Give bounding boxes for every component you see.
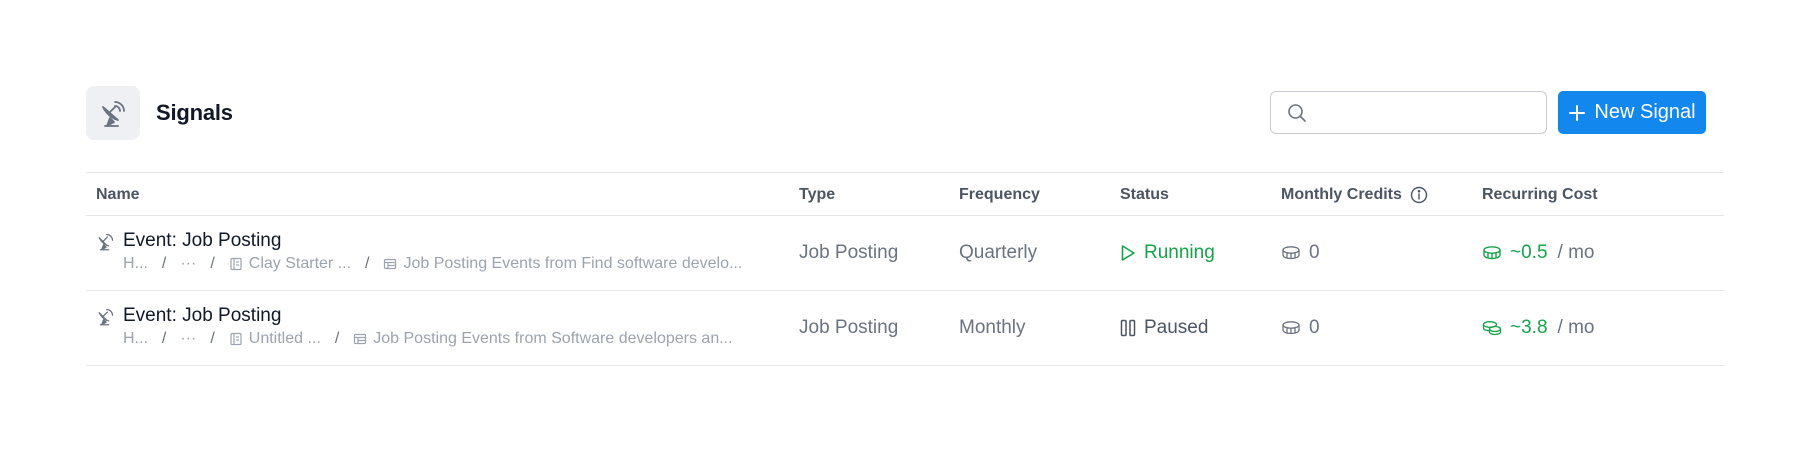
pause-icon [1120, 319, 1136, 337]
signal-name-cell[interactable]: Event: Job Posting H... / ··· / Clay Sta… [96, 230, 796, 273]
play-icon [1120, 244, 1136, 262]
signals-page: Signals New Signal Name Type Frequency S… [0, 0, 1800, 450]
breadcrumb-item[interactable]: Job Posting Events from Software develop… [373, 330, 732, 348]
signal-type: Job Posting [799, 317, 899, 338]
signal-type: Job Posting [799, 242, 899, 263]
column-header-credits[interactable]: Monthly Credits [1281, 173, 1428, 216]
table-row[interactable]: Event: Job Posting H... / ··· / Untitled… [86, 291, 1724, 366]
breadcrumb-ellipsis[interactable]: ··· [180, 255, 196, 273]
signal-name-cell[interactable]: Event: Job Posting H... / ··· / Untitled… [96, 305, 796, 348]
cost-unit: / mo [1557, 242, 1595, 263]
signal-name[interactable]: Event: Job Posting [123, 305, 281, 327]
status-label: Paused [1144, 317, 1209, 338]
status-badge[interactable]: Paused [1120, 291, 1208, 365]
workbook-icon [229, 332, 243, 346]
workbook-icon [229, 257, 243, 271]
monthly-credits: 0 [1281, 216, 1320, 290]
column-header-status[interactable]: Status [1120, 173, 1169, 216]
title-group: Signals [86, 86, 233, 140]
status-badge[interactable]: Running [1120, 216, 1215, 290]
coins-icon [1482, 245, 1502, 261]
plus-icon [1568, 104, 1586, 122]
cost-value: ~0.5 [1510, 242, 1548, 263]
signal-name[interactable]: Event: Job Posting [123, 230, 281, 252]
column-header-cost[interactable]: Recurring Cost [1482, 173, 1598, 216]
breadcrumb-item[interactable]: Clay Starter ... [249, 255, 351, 273]
credits-value: 0 [1309, 317, 1320, 338]
table-header: Name Type Frequency Status Monthly Credi… [86, 172, 1724, 216]
search-field[interactable] [1270, 91, 1547, 134]
signal-frequency: Quarterly [959, 242, 1038, 263]
satellite-dish-icon [86, 86, 140, 140]
page-title: Signals [156, 100, 233, 125]
status-label: Running [1144, 242, 1215, 263]
breadcrumb-item[interactable]: Untitled ... [249, 330, 321, 348]
coin-icon [1281, 245, 1301, 261]
signals-table: Name Type Frequency Status Monthly Credi… [86, 172, 1724, 366]
page-header: Signals New Signal [86, 86, 1706, 140]
breadcrumb: H... / ··· / Clay Starter ... / Job Post… [123, 255, 743, 273]
signal-frequency: Monthly [959, 317, 1026, 338]
satellite-dish-icon [96, 232, 115, 251]
recurring-cost: ~0.5 / mo [1482, 216, 1594, 290]
coins-stack-icon [1482, 320, 1502, 336]
recurring-cost: ~3.8 / mo [1482, 291, 1594, 365]
cost-value: ~3.8 [1510, 317, 1548, 338]
new-signal-label: New Signal [1594, 101, 1696, 123]
coin-icon [1281, 320, 1301, 336]
breadcrumb: H... / ··· / Untitled ... / Job Posting … [123, 330, 733, 348]
monthly-credits: 0 [1281, 291, 1320, 365]
breadcrumb-item[interactable]: Job Posting Events from Find software de… [403, 255, 742, 273]
search-icon [1287, 103, 1307, 123]
satellite-dish-icon [96, 307, 115, 326]
table-icon [383, 257, 397, 271]
column-header-name[interactable]: Name [96, 173, 140, 216]
column-header-frequency[interactable]: Frequency [959, 173, 1040, 216]
cost-unit: / mo [1557, 317, 1595, 338]
search-input[interactable] [1317, 92, 1546, 133]
table-row[interactable]: Event: Job Posting H... / ··· / Clay Sta… [86, 216, 1724, 291]
breadcrumb-item[interactable]: H... [123, 255, 148, 273]
table-icon [353, 332, 367, 346]
column-header-type[interactable]: Type [799, 173, 835, 216]
breadcrumb-item[interactable]: H... [123, 330, 148, 348]
credits-header-label: Monthly Credits [1281, 185, 1402, 203]
credits-value: 0 [1309, 242, 1320, 263]
info-icon[interactable] [1410, 186, 1428, 204]
breadcrumb-ellipsis[interactable]: ··· [180, 330, 196, 348]
new-signal-button[interactable]: New Signal [1558, 91, 1706, 134]
